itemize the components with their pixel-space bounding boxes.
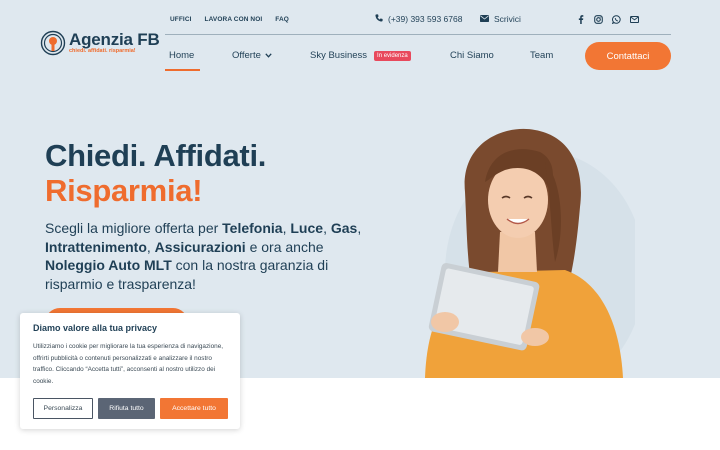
mail-icon[interactable] [630, 15, 639, 24]
whatsapp-icon[interactable] [612, 15, 621, 24]
cookie-banner: Diamo valore alla tua privacy Utilizziam… [20, 313, 240, 429]
email-link[interactable]: Scrivici [480, 14, 521, 24]
cookie-reject-button[interactable]: Rifiuta tutto [98, 398, 155, 419]
top-link-faq[interactable]: FAQ [275, 16, 289, 23]
nav-offerte-label: Offerte [232, 50, 261, 61]
phone-link[interactable]: (+39) 393 593 6768 [375, 14, 462, 24]
cookie-text: Utilizziamo i cookie per migliorare la t… [33, 343, 224, 385]
instagram-icon[interactable] [594, 15, 603, 24]
nav-sky-label: Sky Business [310, 50, 368, 61]
cookie-customize-button[interactable]: Personalizza [33, 398, 93, 419]
hero-woman-image [405, 122, 645, 392]
email-label: Scrivici [494, 14, 521, 24]
logo-mark-icon [40, 30, 66, 56]
nav-team[interactable]: Team [530, 50, 553, 61]
nav-offerte[interactable]: Offerte [232, 50, 272, 61]
site-logo[interactable]: Agenzia FB chiedi. affidati. risparmia! [40, 30, 160, 56]
headline-line-2: Risparmia! [45, 173, 203, 208]
phone-icon [375, 14, 383, 24]
nav-team-label: Team [530, 50, 554, 61]
top-link-lavora-con-noi[interactable]: LAVORA CON NOI [205, 16, 263, 23]
nav-chi-siamo[interactable]: Chi Siamo [450, 50, 494, 61]
header-divider [165, 34, 671, 35]
featured-badge: In evidenza [374, 50, 411, 61]
logo-title: Agenzia FB [69, 30, 160, 50]
envelope-icon [480, 14, 489, 24]
phone-number: (+39) 393 593 6768 [388, 14, 463, 24]
hero-headline: Chiedi. Affidati. Risparmia! [45, 138, 266, 208]
headline-line-1: Chiedi. Affidati. [45, 138, 267, 173]
top-bar: UFFICI LAVORA CON NOI FAQ (+39) 393 593 … [165, 12, 671, 28]
top-link-uffici[interactable]: UFFICI [170, 16, 192, 23]
chevron-down-icon [265, 50, 272, 61]
nav-chi-label: Chi Siamo [450, 50, 494, 61]
cookie-accept-button[interactable]: Accettare tutto [160, 398, 228, 419]
nav-home-label: Home [169, 50, 195, 61]
cookie-title: Diamo valore alla tua privacy [33, 323, 158, 333]
nav-home-active-indicator [165, 69, 200, 71]
contact-button[interactable]: Contattaci [585, 42, 671, 70]
nav-sky-business[interactable]: Sky Business In evidenza [310, 50, 411, 61]
facebook-icon[interactable] [576, 15, 585, 24]
main-nav: Home Offerte Sky Business In evidenza Ch… [165, 42, 671, 71]
nav-home[interactable]: Home [169, 50, 194, 61]
hero-description: Scegli la migliore offerta per Telefonia… [45, 220, 362, 292]
logo-tagline: chiedi. affidati. risparmia! [69, 48, 136, 55]
